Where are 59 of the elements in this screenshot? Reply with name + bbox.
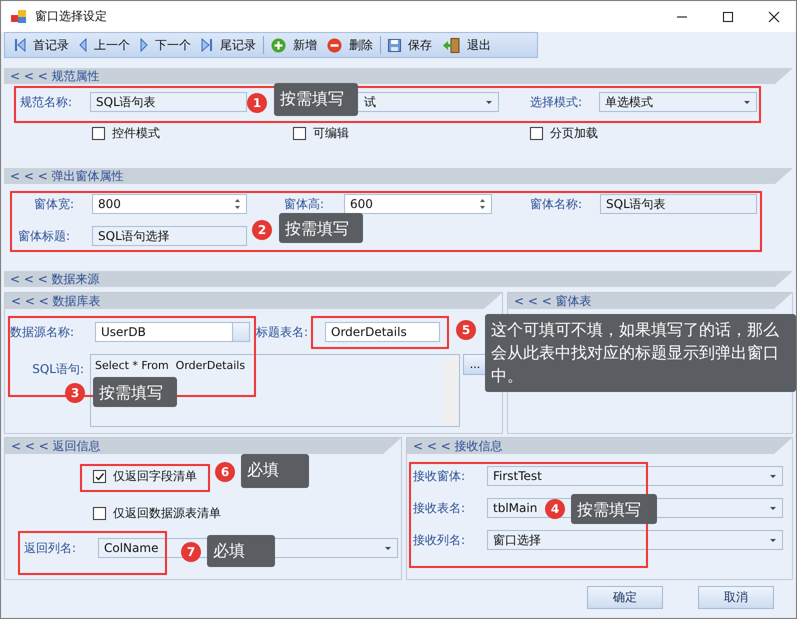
callout-tooltip: 按需填写 xyxy=(274,83,358,116)
field-label: 接收表名: xyxy=(413,500,466,516)
dropdown[interactable]: 窗口选择 xyxy=(487,530,783,550)
toolbar-button[interactable]: 保存 xyxy=(383,35,437,55)
toolbar-button[interactable]: 首记录 xyxy=(9,35,74,55)
section-header: < < < 数据库表 xyxy=(5,293,502,309)
toolbar-button[interactable]: 下一个 xyxy=(135,35,196,55)
section-header: < < < 弹出窗体属性 xyxy=(4,168,793,184)
checkbox-label: 分页加载 xyxy=(550,125,598,142)
toolbar-button[interactable]: 新增 xyxy=(266,35,322,55)
field-label: 数据源名称: xyxy=(10,324,76,340)
section-header: < < < 接收信息 xyxy=(407,438,792,454)
step-badge: 1 xyxy=(247,93,267,113)
ok-button[interactable]: 确定 xyxy=(587,586,663,609)
field-label: SQL语句: xyxy=(31,361,85,378)
text-field[interactable]: SQL语句表 xyxy=(600,194,757,214)
cancel-button[interactable]: 取消 xyxy=(698,586,774,609)
number-field[interactable]: 800 xyxy=(92,194,247,214)
field-label: 窗体高: xyxy=(284,196,326,212)
field-label: 标题表名: xyxy=(256,324,310,340)
step-badge: 5 xyxy=(456,320,476,340)
callout-tooltip: 按需填写 xyxy=(571,494,657,524)
dropdown[interactable]: FirstTest xyxy=(487,466,783,486)
browse-button[interactable]: ... xyxy=(463,354,487,375)
checkbox-label: 仅返回数据源表清单 xyxy=(113,505,221,522)
section-header: < < < 数据来源 xyxy=(4,271,793,287)
toolbar-button[interactable]: 尾记录 xyxy=(196,35,261,55)
field-label: 接收窗体: xyxy=(413,468,466,484)
field-label: 返回列名: xyxy=(24,540,78,556)
checkbox-label: 可编辑 xyxy=(313,125,349,142)
text-field[interactable]: OrderDetails xyxy=(325,322,440,342)
text-field[interactable]: SQL语句选择 xyxy=(92,226,247,246)
callout-tooltip: 按需填写 xyxy=(279,213,363,243)
step-badge: 6 xyxy=(215,462,235,482)
callout-tooltip: 按需填写 xyxy=(93,377,177,407)
callout-tooltip: 必填 xyxy=(241,454,309,488)
window-title: 窗口选择设定 xyxy=(35,8,107,25)
section-header: < < < 返回信息 xyxy=(5,438,401,454)
toolbar-button[interactable]: 删除 xyxy=(322,35,378,55)
checkbox-label: 控件模式 xyxy=(112,125,160,142)
text-field[interactable]: SQL语句表 xyxy=(90,92,247,112)
callout-tooltip: 这个可填可不填，如果填写了的话，那么会从此表中找对应的标题显示到弹出窗口中。 xyxy=(485,314,796,392)
field-label: 接收列名: xyxy=(413,532,466,548)
field-label: 选择模式: xyxy=(530,94,584,110)
section-header: < < < 窗体表 xyxy=(508,293,792,309)
field-label: 窗体宽: xyxy=(34,196,76,212)
callout-tooltip: 必填 xyxy=(207,535,275,567)
toolbar-button[interactable]: 上一个 xyxy=(74,35,135,55)
step-badge: 2 xyxy=(252,220,272,240)
section-header: < < < 规范属性 xyxy=(4,68,793,84)
toolbar-button[interactable]: 退出 xyxy=(437,35,496,55)
dropdown[interactable]: UserDB xyxy=(95,322,250,342)
field-label: 规范名称: xyxy=(20,94,74,110)
step-badge: 3 xyxy=(65,383,85,403)
checkbox-label: 仅返回字段清单 xyxy=(113,468,197,485)
field-label: 窗体名称: xyxy=(530,196,584,212)
field-label: 窗体标题: xyxy=(18,228,72,244)
number-field[interactable]: 600 xyxy=(344,194,492,214)
dropdown[interactable]: 单选模式 xyxy=(599,92,757,112)
